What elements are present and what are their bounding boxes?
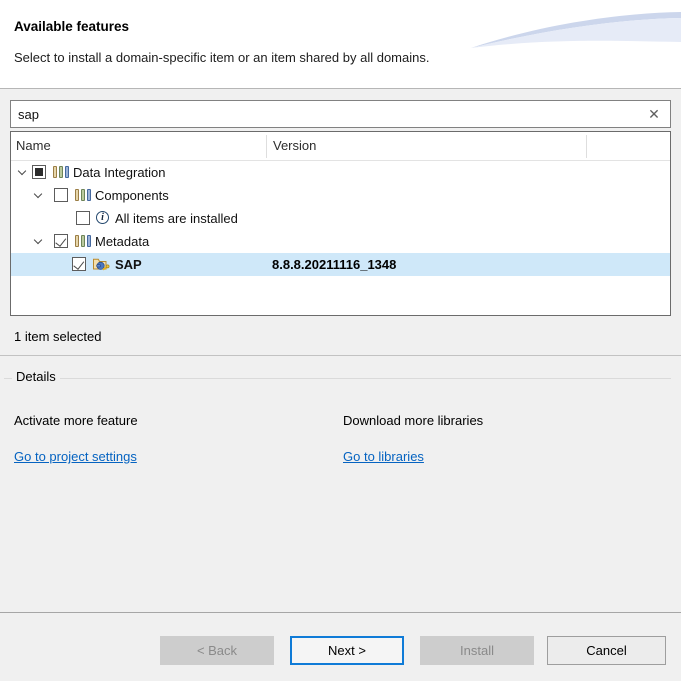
available-features-dialog: Available features Select to install a d…: [0, 0, 681, 681]
version-cell: 8.8.8.20211116_1348: [272, 257, 396, 272]
categories-icon: [53, 166, 69, 178]
checkbox-components[interactable]: [54, 188, 68, 202]
feature-filter-field: ✕: [10, 100, 671, 128]
column-header-name[interactable]: Name: [16, 138, 51, 153]
checkbox-all-items-installed[interactable]: [76, 211, 90, 225]
tree-item-label: Components: [95, 188, 169, 203]
tree-item-label: SAP: [115, 257, 142, 272]
tree-item-label: Data Integration: [73, 165, 166, 180]
back-button: < Back: [160, 636, 274, 665]
tree-row-data-integration[interactable]: Data Integration: [11, 161, 670, 184]
checkbox-data-integration[interactable]: [32, 165, 46, 179]
categories-icon: [75, 189, 91, 201]
go-to-project-settings-link[interactable]: Go to project settings: [14, 449, 137, 464]
banner-swoosh-decoration: [471, 0, 681, 60]
chevron-down-icon[interactable]: [34, 190, 42, 198]
tree-item-label: Metadata: [95, 234, 149, 249]
features-tree: Name Version Data Integration Components…: [10, 131, 671, 316]
tree-row-all-items-installed[interactable]: All items are installed: [11, 207, 670, 230]
tree-column-header: Name Version: [11, 132, 670, 161]
tree-row-sap[interactable]: SAP 8.8.8.20211116_1348: [11, 253, 670, 276]
checkbox-metadata[interactable]: [54, 234, 68, 248]
column-header-version[interactable]: Version: [273, 138, 316, 153]
page-title: Available features: [14, 19, 129, 34]
sap-metadata-icon: [92, 256, 110, 272]
clear-search-icon[interactable]: ✕: [645, 105, 663, 123]
install-button: Install: [420, 636, 534, 665]
column-divider: [266, 135, 267, 158]
checkbox-sap[interactable]: [72, 257, 86, 271]
separator: [0, 355, 681, 356]
cancel-button[interactable]: Cancel: [547, 636, 666, 665]
column-divider: [586, 135, 587, 158]
details-group-border: [4, 378, 671, 379]
go-to-libraries-link[interactable]: Go to libraries: [343, 449, 424, 464]
tree-row-components[interactable]: Components: [11, 184, 670, 207]
chevron-down-icon[interactable]: [34, 236, 42, 244]
tree-item-label: All items are installed: [115, 211, 238, 226]
next-button[interactable]: Next >: [290, 636, 404, 665]
wizard-banner: Available features Select to install a d…: [0, 0, 681, 89]
page-subtitle: Select to install a domain-specific item…: [14, 50, 429, 65]
details-group-label: Details: [12, 369, 60, 384]
selection-count-status: 1 item selected: [14, 329, 101, 344]
search-input[interactable]: [11, 101, 670, 127]
separator: [0, 612, 681, 613]
tree-row-metadata[interactable]: Metadata: [11, 230, 670, 253]
info-icon: [96, 211, 109, 224]
download-libraries-heading: Download more libraries: [343, 413, 483, 428]
chevron-down-icon[interactable]: [18, 167, 26, 175]
categories-icon: [75, 235, 91, 247]
activate-feature-heading: Activate more feature: [14, 413, 138, 428]
